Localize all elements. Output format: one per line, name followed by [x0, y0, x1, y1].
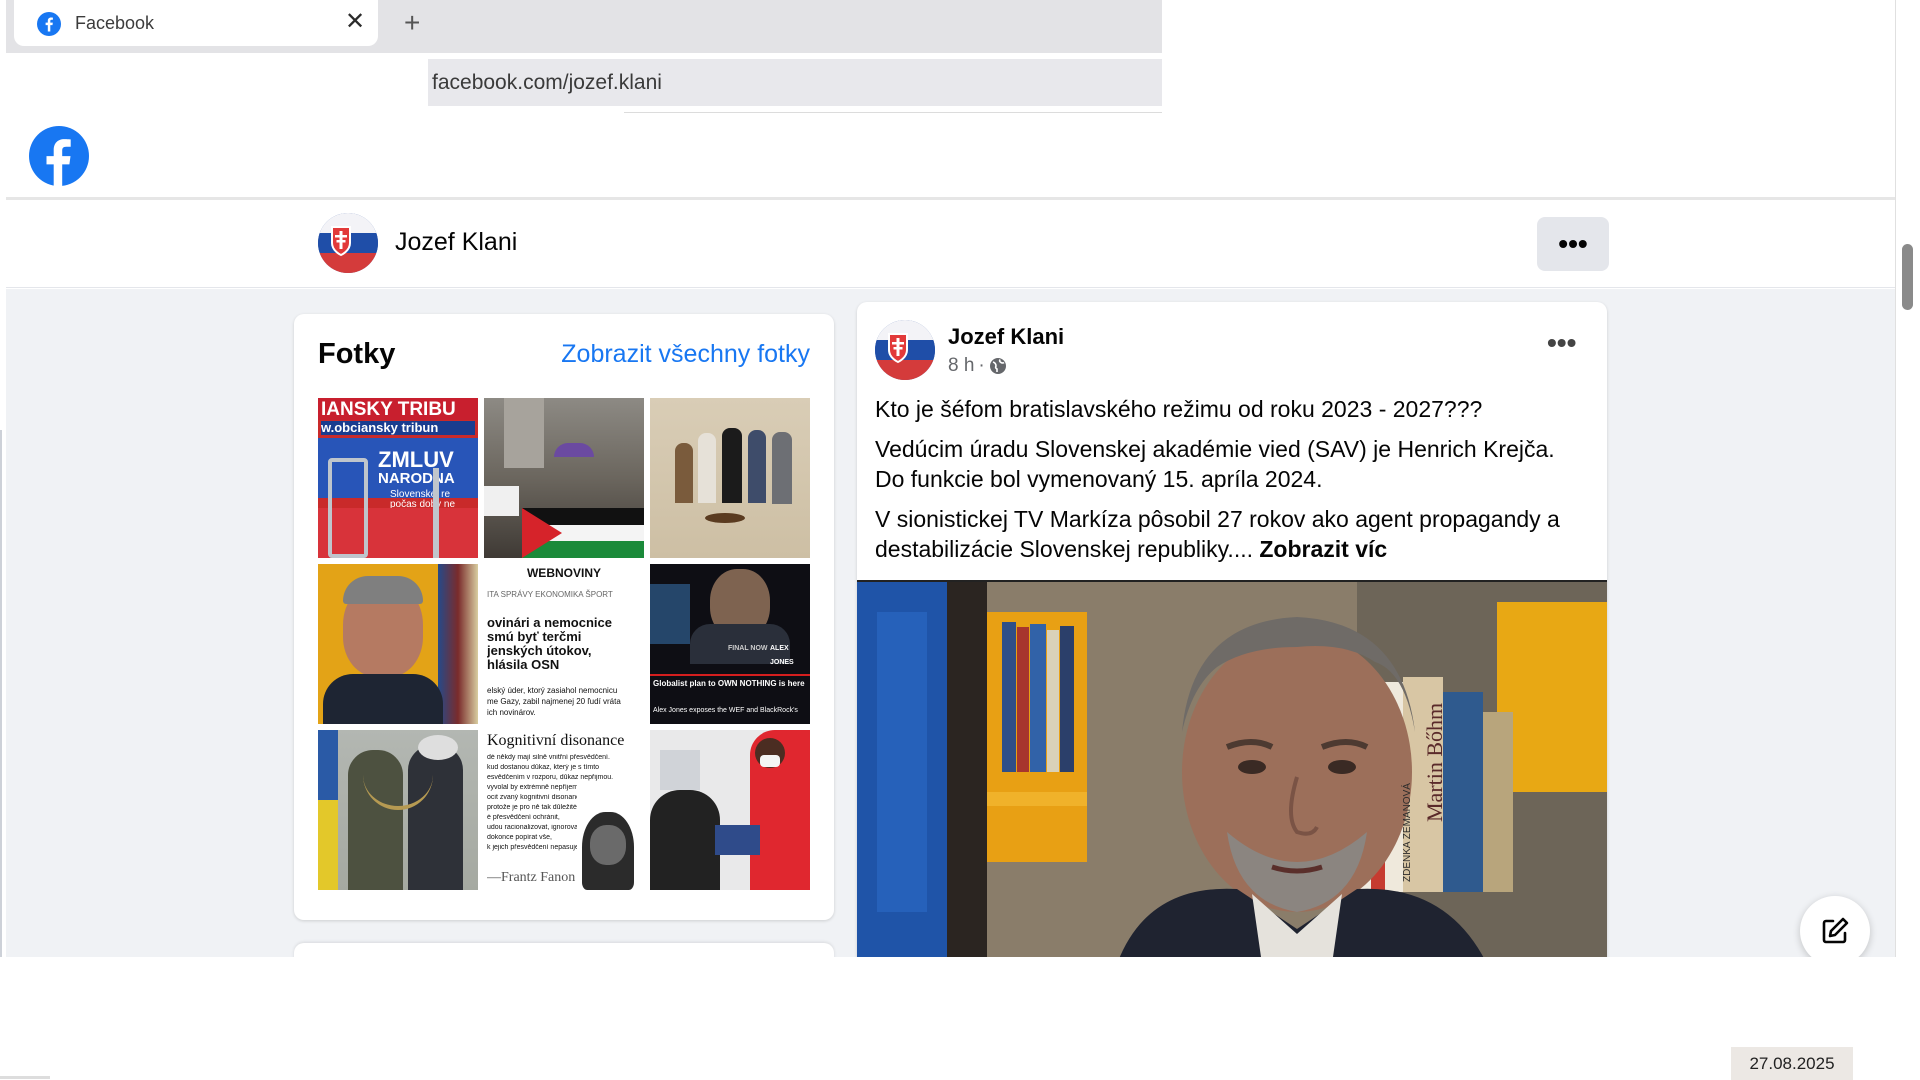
post-body: Kto je šéfom bratislavského režimu od ro…: [875, 394, 1585, 574]
more-icon[interactable]: •••: [1537, 217, 1609, 271]
bottom-area: [0, 957, 1920, 1080]
photo-caption: vyvolal by extrémně nepříjemný: [487, 784, 577, 791]
browser-tab-facebook[interactable]: Facebook ✕: [14, 0, 378, 46]
photo-caption: udou racionalizovat, ignorovat: [487, 824, 577, 831]
photo-caption: protože je pro ně tak důležité: [487, 804, 577, 811]
see-more-link[interactable]: Zobrazit víc: [1259, 536, 1387, 562]
close-icon[interactable]: ✕: [345, 9, 365, 35]
photo-caption: jenských útokov,: [487, 644, 592, 658]
photo-caption: esvědčením v rozporu, důkaz nepřijmou.: [487, 774, 614, 781]
compose-button[interactable]: [1800, 896, 1870, 966]
post-image[interactable]: Martin Bőhm ZDENKA ZEMANOVÁ: [857, 580, 1607, 962]
photo-caption: w.obciansky tribun: [321, 421, 475, 435]
photo-thumbnail[interactable]: FINAL NOW ALEX JONES Globalist plan to O…: [650, 564, 810, 724]
facebook-favicon-icon: [37, 12, 61, 36]
post-meta: 8 h ·: [948, 355, 1007, 377]
photo-caption: ZMLUV: [378, 448, 454, 472]
photo-caption: ich novinárov.: [487, 708, 536, 717]
post-paragraph: V sionistickej TV Markíza pôsobil 27 rok…: [875, 504, 1585, 564]
photo-caption: ALEX JONES: [770, 645, 794, 666]
photo-caption: —Frantz Fanon: [487, 871, 576, 885]
more-icon[interactable]: •••: [1547, 327, 1576, 359]
profile-sticky-header: Jozef Klani •••: [6, 200, 1896, 288]
photo-caption: ocit zvaný kognitivní disonance.: [487, 794, 577, 801]
photo-caption: kud dostanou důkaz, který je s tímto: [487, 764, 600, 771]
profile-name[interactable]: Jozef Klani: [395, 228, 517, 257]
date-badge: 27.08.2025: [1731, 1047, 1853, 1080]
avatar[interactable]: [875, 320, 935, 380]
meta-separator: ·: [978, 355, 985, 376]
photo-caption: smú byť terčmi: [487, 630, 582, 644]
photos-title: Fotky: [318, 338, 396, 370]
divider: [624, 112, 1162, 113]
post-paragraph: Kto je šéfom bratislavského režimu od ro…: [875, 396, 1483, 422]
left-edge: [0, 430, 2, 957]
photo-thumbnail[interactable]: IANSKY TRIBU w.obciansky tribun ZMLUV NÁ…: [318, 398, 478, 558]
photo-thumbnail[interactable]: [484, 398, 644, 558]
image-book-title: Martin Bőhm: [1422, 703, 1447, 822]
compose-icon: [1822, 917, 1849, 944]
photo-grid: IANSKY TRIBU w.obciansky tribun ZMLUV NÁ…: [318, 398, 812, 890]
globe-icon: [989, 358, 1006, 374]
tab-title: Facebook: [75, 13, 155, 33]
photo-thumbnail[interactable]: [318, 730, 478, 890]
photo-thumbnail[interactable]: WEBNOVINY ITA SPRÁVY EKONOMIKA ŠPORT ovi…: [484, 564, 644, 724]
post-author[interactable]: Jozef Klani: [948, 324, 1064, 350]
post-time[interactable]: 8 h: [948, 355, 974, 377]
photo-caption: dokonce popírat vše,: [487, 834, 552, 841]
photo-thumbnail[interactable]: [650, 398, 810, 558]
photos-card: Fotky Zobrazit všechny fotky IANSKY TRIB…: [294, 314, 834, 920]
photo-caption: é přesvědčení ochránit,: [487, 814, 560, 821]
photo-caption: Alex Jones exposes the WEF and BlackRock…: [653, 707, 798, 714]
post-card: Jozef Klani 8 h · ••• Kto je šéfom brati…: [857, 302, 1607, 962]
photo-caption: WEBNOVINY: [526, 566, 601, 580]
photo-caption: ovinári a nemocnice: [487, 616, 612, 630]
address-bar-url[interactable]: facebook.com/jozef.klani: [432, 71, 662, 95]
image-book-title: ZDENKA ZEMANOVÁ: [1400, 783, 1413, 882]
photo-caption: Kognitivní disonance: [487, 732, 625, 749]
avatar[interactable]: [318, 213, 378, 273]
browser-tabstrip: Facebook ✕ +: [6, 0, 1162, 53]
see-all-photos-link[interactable]: Zobrazit všechny fotky: [561, 340, 810, 369]
photo-caption: IANSKY TRIBU: [321, 400, 456, 420]
post-paragraph: Vedúcim úradu Slovenskej akadémie vied (…: [875, 436, 1555, 492]
photo-caption: Globalist plan to OWN NOTHING is here: [653, 679, 805, 688]
photo-thumbnail[interactable]: [650, 730, 810, 890]
scrollbar-thumb[interactable]: [1902, 244, 1913, 310]
scrollbar[interactable]: [1895, 0, 1920, 957]
photo-caption: ITA SPRÁVY EKONOMIKA ŠPORT: [487, 590, 613, 599]
photo-caption: hlásila OSN: [487, 658, 560, 672]
divider: [0, 1076, 50, 1079]
photo-thumbnail[interactable]: Kognitivní disonance dé někdy mají silně…: [484, 730, 644, 890]
plus-icon[interactable]: +: [404, 8, 420, 38]
photo-caption: k jejich přesvědčení nepasuje.: [487, 844, 577, 851]
photo-caption: dé někdy mají silně vnitřní přesvědčení.: [487, 754, 610, 761]
address-bar[interactable]: facebook.com/jozef.klani: [428, 59, 1162, 106]
photo-caption: NÁRODNÁ: [378, 472, 455, 486]
photo-thumbnail[interactable]: [318, 564, 478, 724]
facebook-logo-icon[interactable]: [29, 126, 89, 186]
post-paragraph-text: V sionistickej TV Markíza pôsobil 27 rok…: [875, 506, 1560, 562]
